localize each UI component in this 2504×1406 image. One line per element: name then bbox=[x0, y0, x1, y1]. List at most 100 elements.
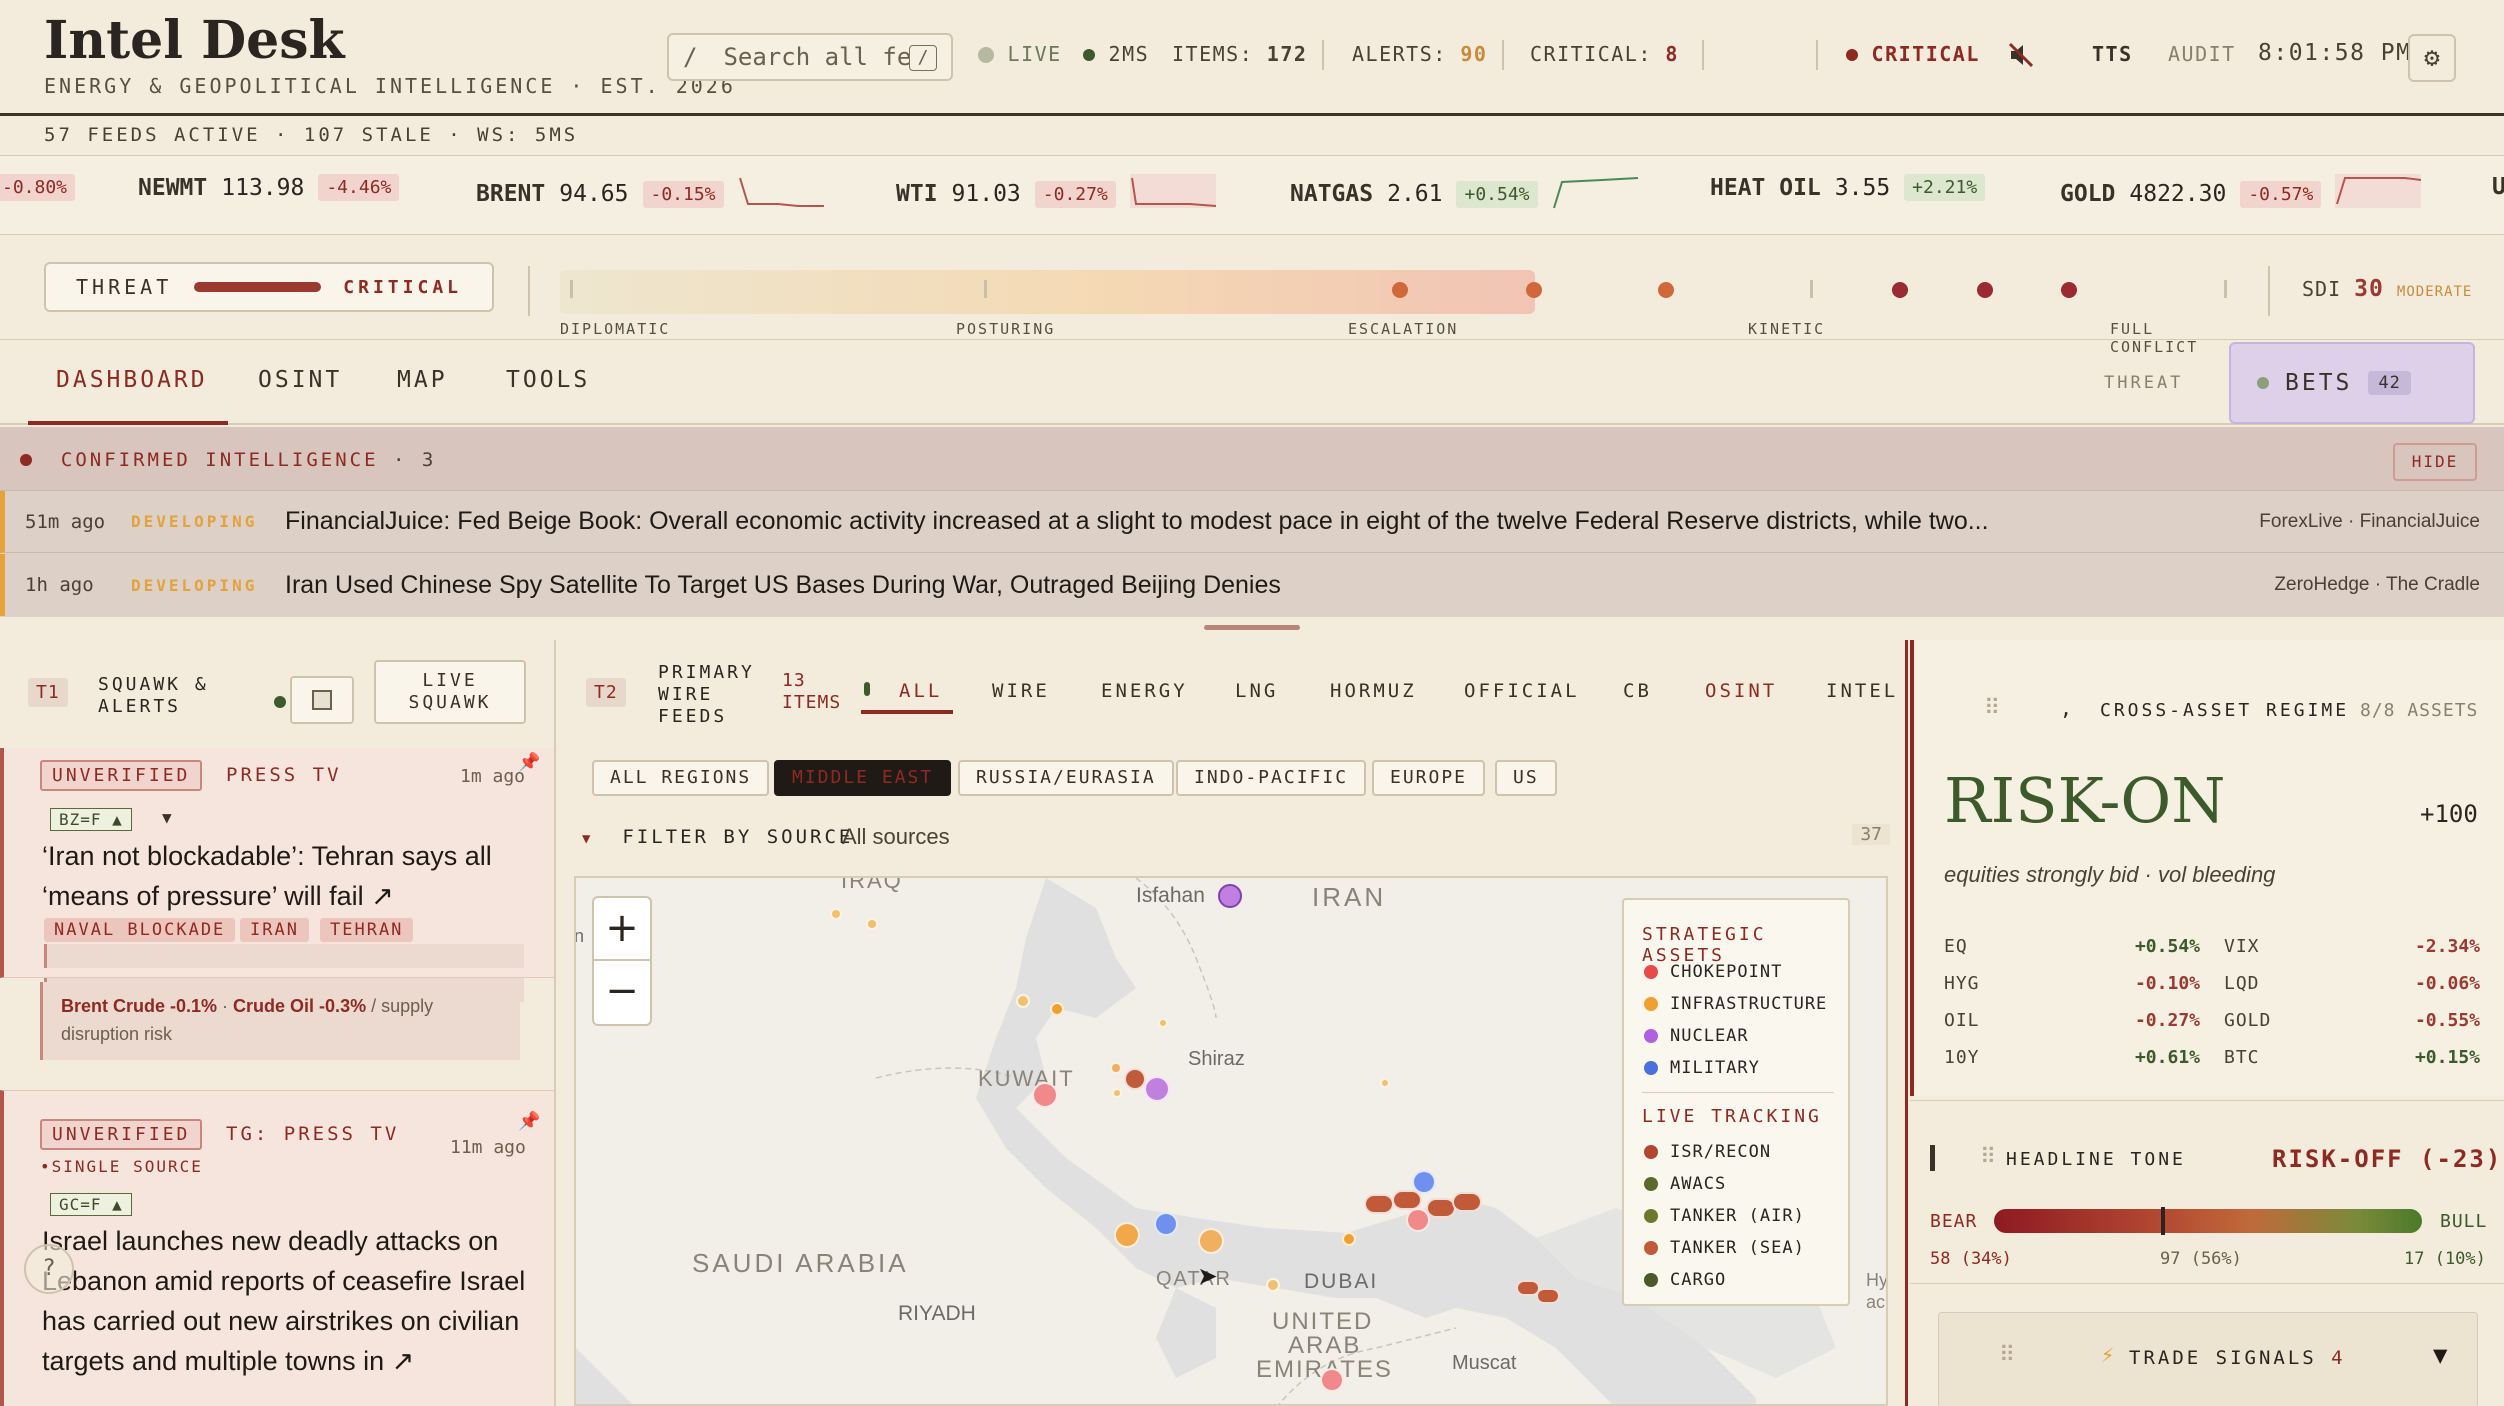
tone-bull-label: BULL bbox=[2440, 1211, 2488, 1232]
tab-osint[interactable]: OSINT bbox=[258, 367, 342, 393]
map-marker-nuclear[interactable] bbox=[1218, 884, 1242, 908]
region-filter-europe[interactable]: EUROPE bbox=[1372, 760, 1486, 796]
tts-toggle[interactable]: TTS bbox=[2092, 42, 2133, 66]
legend-swatch bbox=[1644, 1061, 1658, 1075]
tab-map[interactable]: MAP bbox=[397, 367, 448, 393]
threat-tab[interactable]: THREAT bbox=[2104, 373, 2183, 393]
feed-tab-hormuz[interactable]: HORMUZ bbox=[1330, 680, 1417, 702]
map-marker-infrastructure[interactable] bbox=[1016, 994, 1030, 1008]
settings-gear-icon[interactable]: ⚙ bbox=[2408, 34, 2456, 82]
legend-item: ISR/RECON bbox=[1644, 1142, 1771, 1162]
map-marker-infrastructure[interactable] bbox=[830, 908, 842, 920]
region-filter-middle-east[interactable]: MIDDLE EAST bbox=[774, 760, 952, 796]
map-marker-infrastructure[interactable] bbox=[866, 918, 878, 930]
feed-tab-lng[interactable]: LNG bbox=[1235, 680, 1278, 702]
search-input[interactable]: / Search all fe / bbox=[667, 33, 953, 81]
mute-icon[interactable] bbox=[2006, 40, 2036, 70]
ticker-item[interactable]: -0.80% bbox=[0, 174, 76, 201]
region-filter-indo-pacific[interactable]: INDO-PACIFIC bbox=[1176, 760, 1367, 796]
zoom-in-button[interactable]: + bbox=[594, 898, 650, 961]
map-marker-chokepoint[interactable] bbox=[1320, 1368, 1344, 1392]
region-filter-russia[interactable]: RUSSIA/EURASIA bbox=[958, 760, 1174, 796]
region-filter-us[interactable]: US bbox=[1495, 760, 1557, 796]
feed-tab-wire[interactable]: WIRE bbox=[992, 680, 1050, 702]
ticker-item[interactable]: U bbox=[2492, 174, 2504, 200]
map-marker-nuclear[interactable] bbox=[1144, 1076, 1170, 1102]
map-marker-infrastructure[interactable] bbox=[1266, 1278, 1280, 1292]
feed-tab-all[interactable]: ALL bbox=[899, 680, 942, 702]
map-marker-tanker-sea[interactable] bbox=[1124, 1068, 1146, 1090]
alert-card[interactable]: UNVERIFIED TG: PRESS TV 11m ago 📌 •SINGL… bbox=[0, 1090, 554, 1406]
audit-link[interactable]: AUDIT bbox=[2168, 42, 2236, 66]
map-marker-chokepoint[interactable] bbox=[1406, 1208, 1430, 1232]
regime-asset-value: -0.27% bbox=[2134, 1010, 2200, 1031]
ticker-item[interactable]: BRENT 94.65 -0.15% bbox=[476, 174, 828, 214]
collapse-chevron-icon[interactable]: ▼ bbox=[2433, 1341, 2447, 1369]
drag-handle-icon[interactable]: ⠿ bbox=[1980, 1145, 1996, 1170]
card-time: 11m ago bbox=[450, 1137, 526, 1158]
ticker-item[interactable]: NATGAS 2.61 +0.54% bbox=[1290, 174, 1642, 214]
map-marker-infrastructure[interactable] bbox=[1110, 1062, 1122, 1074]
live-indicator: LIVE bbox=[978, 42, 1062, 66]
map-marker-military[interactable] bbox=[1154, 1212, 1178, 1236]
alerts-stat: ALERTS: 90 bbox=[1352, 42, 1488, 66]
map-marker-infrastructure[interactable] bbox=[1050, 1002, 1064, 1016]
ticker-item[interactable]: WTI 91.03 -0.27% bbox=[896, 174, 1220, 214]
map-marker-infrastructure[interactable] bbox=[1198, 1228, 1224, 1254]
scale-label-diplomatic: DIPLOMATIC bbox=[560, 320, 671, 338]
map-marker-tanker-sea[interactable] bbox=[1364, 1194, 1394, 1214]
live-squawk-button[interactable]: LIVE SQUAWK bbox=[374, 660, 526, 724]
map-marker-infrastructure[interactable] bbox=[1112, 1088, 1122, 1098]
hide-button[interactable]: HIDE bbox=[2393, 443, 2477, 481]
map-marker-infrastructure[interactable] bbox=[1114, 1222, 1140, 1248]
region-filter-all[interactable]: ALL REGIONS bbox=[592, 760, 770, 796]
scale-label-kinetic: KINETIC bbox=[1748, 320, 1826, 338]
resize-handle[interactable] bbox=[1204, 625, 1300, 630]
map-marker-tanker-sea[interactable] bbox=[1536, 1288, 1560, 1304]
drag-handle-icon[interactable]: ⠿ bbox=[1984, 696, 2002, 721]
feed-tab-energy[interactable]: ENERGY bbox=[1101, 680, 1188, 702]
tab-dashboard[interactable]: DASHBOARD bbox=[56, 367, 208, 393]
alert-card[interactable]: UNVERIFIED PRESS TV 1m ago 📌 BZ=F ▲ ▼ ‘I… bbox=[0, 748, 554, 978]
source-filter[interactable]: ▼ FILTER BY SOURCE All sources 37 bbox=[556, 812, 1908, 864]
region-map[interactable]: + − IRAQ Isfahan IRAN KUWAIT Shiraz SAUD… bbox=[574, 876, 1888, 1406]
map-marker-infrastructure[interactable] bbox=[1158, 1018, 1168, 1028]
regime-asset-value: -0.06% bbox=[2414, 973, 2480, 994]
map-marker-tanker-sea[interactable] bbox=[1392, 1190, 1422, 1210]
confirmed-row[interactable]: 1h ago DEVELOPING Iran Used Chinese Spy … bbox=[0, 554, 2504, 616]
threat-level-badge[interactable]: THREAT CRITICAL bbox=[44, 262, 494, 312]
top-header: Intel Desk ENERGY & GEOPOLITICAL INTELLI… bbox=[0, 0, 2504, 116]
sparkline bbox=[1552, 177, 1638, 209]
card-title[interactable]: ‘Iran not blockadable’: Tehran says all … bbox=[42, 836, 542, 916]
help-icon[interactable]: ? bbox=[24, 1244, 74, 1294]
ticker-item[interactable]: HEAT OIL 3.55 +2.21% bbox=[1710, 174, 1986, 201]
pin-icon[interactable]: 📌 bbox=[518, 1111, 540, 1132]
map-marker-infrastructure[interactable] bbox=[1342, 1232, 1356, 1246]
squawk-toggle[interactable] bbox=[290, 676, 354, 724]
trade-signals-card[interactable]: ⠿ ⚡ TRADE SIGNALS 4 ▼ bbox=[1938, 1312, 2478, 1406]
drag-handle-icon[interactable]: ⠿ bbox=[1999, 1343, 2015, 1368]
card-title[interactable]: Israel launches new deadly attacks on Le… bbox=[42, 1221, 542, 1381]
feed-tab-osint[interactable]: OSINT bbox=[1705, 680, 1777, 702]
map-marker-tanker-sea[interactable] bbox=[1452, 1192, 1482, 1212]
alert-dot-icon bbox=[20, 454, 32, 466]
feed-tab-official[interactable]: OFFICIAL bbox=[1464, 680, 1580, 702]
bets-button[interactable]: BETS 42 bbox=[2229, 342, 2475, 424]
map-label-edge: ac bbox=[1866, 1292, 1886, 1312]
ticker-item[interactable]: NEWMT 113.98 -4.46% bbox=[138, 174, 400, 201]
map-label-shiraz: Shiraz bbox=[1188, 1048, 1245, 1070]
map-marker-infrastructure[interactable] bbox=[1380, 1078, 1390, 1088]
ticker-item[interactable]: GOLD 4822.30 -0.57% bbox=[2060, 174, 2425, 214]
legend-swatch bbox=[1644, 1029, 1658, 1043]
feed-tab-intel[interactable]: INTEL bbox=[1826, 680, 1898, 702]
scale-tick bbox=[984, 280, 987, 298]
feeds-status: 57 FEEDS ACTIVE · 107 STALE · WS: 5MS bbox=[44, 124, 579, 146]
regime-description: equities strongly bid · vol bleeding bbox=[1944, 862, 2276, 887]
map-marker-chokepoint[interactable] bbox=[1032, 1082, 1058, 1108]
feed-tab-cb[interactable]: CB bbox=[1623, 680, 1652, 702]
tab-tools[interactable]: TOOLS bbox=[506, 367, 590, 393]
confirmed-row[interactable]: 51m ago DEVELOPING FinancialJuice: Fed B… bbox=[0, 491, 2504, 553]
zoom-out-button[interactable]: − bbox=[594, 961, 650, 1024]
pin-icon[interactable]: 📌 bbox=[518, 752, 540, 773]
expand-chevron-icon[interactable]: ▼ bbox=[162, 808, 172, 827]
